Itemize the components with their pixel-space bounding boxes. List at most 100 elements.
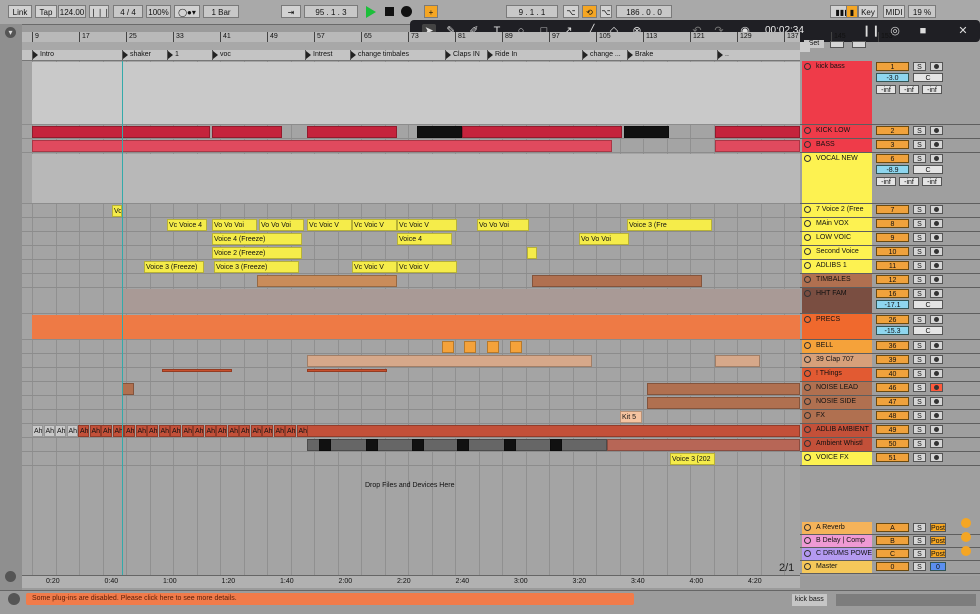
locator[interactable]: Intro [32, 50, 130, 60]
track-lane[interactable] [22, 368, 800, 382]
zoom-field[interactable]: 100% [146, 5, 171, 18]
clip[interactable]: Vo [112, 205, 122, 217]
solo-button[interactable]: S [913, 275, 926, 284]
locator[interactable]: .. [717, 50, 765, 60]
clip[interactable]: Ah [239, 425, 250, 437]
track-header[interactable]: TIMBALES 12 S [800, 274, 980, 288]
back-icon[interactable] [800, 42, 810, 52]
solo-button[interactable]: S [913, 261, 926, 270]
clip[interactable]: Vo Vo Voi [579, 233, 629, 245]
arm-button[interactable] [930, 247, 943, 256]
track-header[interactable]: Ambient Whistl 50 S [800, 438, 980, 452]
solo-button[interactable]: S [913, 233, 926, 242]
track-activator-icon[interactable] [804, 426, 811, 433]
track-number[interactable]: 10 [876, 247, 909, 256]
clip[interactable]: Vo Vo Voi [477, 219, 529, 231]
post-button[interactable]: Post [930, 549, 946, 558]
track-number[interactable]: 48 [876, 411, 909, 420]
track-name[interactable]: TIMBALES [802, 274, 872, 287]
nudge-icon[interactable]: ❘❘❘ [89, 5, 110, 18]
clip[interactable] [442, 341, 454, 353]
locator[interactable]: Ride In [487, 50, 590, 60]
clip[interactable] [32, 62, 800, 124]
arrangement-view[interactable]: Vo Vc Voice 4 Vo Vo Voi Vo Vo Voi Vc Voic VV… [22, 61, 800, 576]
record-icon[interactable] [401, 6, 412, 17]
clip[interactable]: Ah [158, 425, 170, 437]
track-activator-icon[interactable] [804, 127, 811, 134]
arm-button[interactable] [930, 219, 943, 228]
track-name[interactable]: ADLIBS 1 [802, 260, 872, 273]
scrub-area[interactable] [22, 42, 800, 50]
clip[interactable]: Voice 4 (Freeze) [212, 233, 302, 245]
volume-field[interactable]: -3.0 [876, 73, 909, 82]
clip[interactable]: Ah [296, 425, 308, 437]
track-name[interactable]: MAin VOX [802, 218, 872, 231]
clip[interactable]: Ah [89, 425, 101, 437]
track-lane[interactable] [22, 204, 800, 218]
clip[interactable]: Ah [170, 425, 181, 437]
send-a-icon[interactable] [961, 518, 971, 528]
clip[interactable] [32, 315, 800, 339]
track-name[interactable]: NOISE LEAD [802, 382, 872, 395]
clip[interactable] [319, 439, 331, 451]
clip[interactable]: Ah [66, 425, 78, 437]
clip[interactable] [122, 289, 800, 313]
clip[interactable]: Ah [216, 425, 227, 437]
clip[interactable] [417, 126, 462, 138]
return-letter[interactable]: A [876, 523, 909, 532]
clip[interactable]: Vc Voic V [352, 261, 397, 273]
arm-button[interactable] [930, 369, 943, 378]
solo-button[interactable]: S [913, 369, 926, 378]
clip[interactable]: Ah [262, 425, 273, 437]
track-activator-icon[interactable] [804, 412, 811, 419]
arm-button[interactable] [930, 411, 943, 420]
clip[interactable] [32, 140, 612, 152]
overdub-icon[interactable]: + [424, 5, 438, 18]
clip[interactable]: Ah [55, 425, 66, 437]
volume-field[interactable]: -15.3 [876, 326, 909, 335]
time-signature-field[interactable]: 4 / 4 [113, 5, 143, 18]
clip[interactable] [307, 126, 397, 138]
arm-button[interactable] [930, 425, 943, 434]
track-header[interactable]: ADLIB AMBIENT 49 S [800, 424, 980, 438]
track-lane[interactable] [22, 246, 800, 260]
track-number[interactable]: 49 [876, 425, 909, 434]
clip[interactable]: Voice 4 [397, 233, 452, 245]
key-map-icon[interactable]: ▮ [846, 5, 858, 18]
loop-mode-icon[interactable] [5, 571, 16, 582]
track-header[interactable]: 7 Voice 2 (Free 7 S [800, 204, 980, 218]
track-header[interactable]: NOISE LEAD 46 S [800, 382, 980, 396]
arm-button[interactable] [930, 62, 943, 71]
clip[interactable] [307, 369, 387, 372]
clip[interactable] [624, 126, 669, 138]
clip[interactable] [307, 355, 592, 367]
track-name[interactable]: BELL [802, 340, 872, 353]
track-name[interactable]: FX [802, 410, 872, 423]
clip[interactable]: Voice 2 (Freeze) [212, 247, 302, 259]
track-activator-icon[interactable] [804, 206, 811, 213]
track-activator-icon[interactable] [804, 155, 811, 162]
loop-start-field[interactable]: 9 . 1 . 1 [506, 5, 558, 18]
key-button[interactable]: Key [858, 5, 878, 18]
info-icon[interactable] [8, 593, 20, 605]
pause-icon[interactable]: ❙❙ [862, 24, 880, 38]
volume-field[interactable]: -8.9 [876, 165, 909, 174]
track-number[interactable]: 36 [876, 341, 909, 350]
track-header[interactable]: LOW VOIC 9 S [800, 232, 980, 246]
clip[interactable]: Vc Voic V [397, 219, 457, 231]
track-activator-icon[interactable] [804, 290, 811, 297]
solo-button[interactable]: S [913, 341, 926, 350]
clip[interactable]: Vc Voic V [397, 261, 457, 273]
track-header[interactable]: PRECS 26 S -15.3 C [800, 314, 980, 340]
track-number[interactable]: 46 [876, 383, 909, 392]
track-name[interactable]: Ambient Whistl [802, 438, 872, 451]
track-header[interactable]: ! THings 40 S [800, 368, 980, 382]
send-c-icon[interactable] [961, 546, 971, 556]
solo-button[interactable]: S [913, 523, 926, 532]
arm-button[interactable] [930, 233, 943, 242]
track-number[interactable]: 47 [876, 397, 909, 406]
track-header[interactable]: FX 48 S [800, 410, 980, 424]
arm-button[interactable] [930, 261, 943, 270]
track-activator-icon[interactable] [804, 563, 811, 570]
device-chain-mini[interactable] [836, 594, 976, 606]
